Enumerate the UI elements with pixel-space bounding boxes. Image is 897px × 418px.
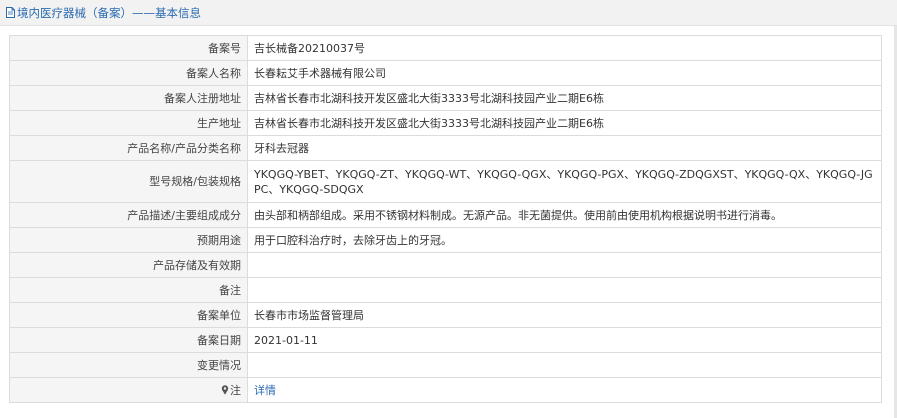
note-value-cell: 详情 bbox=[247, 377, 882, 403]
row-value: YKQGQ-YBET、YKQGQ-ZT、YKQGQ-WT、YKQGQ-QGX、Y… bbox=[247, 160, 882, 203]
table-row: 产品名称/产品分类名称 牙科去冠器 bbox=[9, 135, 882, 161]
row-label: 产品描述/主要组成成分 bbox=[9, 202, 248, 228]
row-label: 备注 bbox=[9, 277, 248, 303]
document-icon bbox=[6, 7, 15, 18]
table-row: 备案单位 长春市市场监督管理局 bbox=[9, 302, 882, 328]
details-link[interactable]: 详情 bbox=[254, 384, 276, 397]
row-value: 牙科去冠器 bbox=[247, 135, 882, 161]
table-row: 预期用途 用于口腔科治疗时，去除牙齿上的牙冠。 bbox=[9, 227, 882, 253]
table-row: 备案号 吉长械备20210037号 bbox=[9, 35, 882, 61]
table-row: 型号规格/包装规格 YKQGQ-YBET、YKQGQ-ZT、YKQGQ-WT、Y… bbox=[9, 160, 882, 203]
pin-icon bbox=[221, 384, 229, 395]
table-row: 备案人名称 长春耘艾手术器械有限公司 bbox=[9, 60, 882, 86]
row-label: 备案日期 bbox=[9, 327, 248, 353]
row-value: 长春市市场监督管理局 bbox=[247, 302, 882, 328]
table-row: 生产地址 吉林省长春市北湖科技开发区盛北大街3333号北湖科技园产业二期E6栋 bbox=[9, 110, 882, 136]
row-label: 产品存储及有效期 bbox=[9, 252, 248, 278]
row-value: 吉长械备20210037号 bbox=[247, 35, 882, 61]
row-label: 备案人注册地址 bbox=[9, 85, 248, 111]
row-label: 生产地址 bbox=[9, 110, 248, 136]
row-label: 型号规格/包装规格 bbox=[9, 160, 248, 203]
row-label: 产品名称/产品分类名称 bbox=[9, 135, 248, 161]
row-value bbox=[247, 352, 882, 378]
table-row: 产品描述/主要组成成分 由头部和柄部组成。采用不锈钢材料制成。无源产品。非无菌提… bbox=[9, 202, 882, 228]
info-table: 备案号 吉长械备20210037号 备案人名称 长春耘艾手术器械有限公司 备案人… bbox=[9, 35, 882, 403]
row-value: 长春耘艾手术器械有限公司 bbox=[247, 60, 882, 86]
row-label: 变更情况 bbox=[9, 352, 248, 378]
table-row: 产品存储及有效期 bbox=[9, 252, 882, 278]
table-row: 备注 bbox=[9, 277, 882, 303]
note-label: 注 bbox=[230, 383, 241, 397]
table-row: 备案日期 2021-01-11 bbox=[9, 327, 882, 353]
note-row: 注 详情 bbox=[9, 377, 882, 403]
page-header: 境内医疗器械（备案）——基本信息 bbox=[0, 0, 897, 26]
row-value bbox=[247, 277, 882, 303]
row-value: 吉林省长春市北湖科技开发区盛北大街3333号北湖科技园产业二期E6栋 bbox=[247, 85, 882, 111]
row-value: 吉林省长春市北湖科技开发区盛北大街3333号北湖科技园产业二期E6栋 bbox=[247, 110, 882, 136]
table-row: 备案人注册地址 吉林省长春市北湖科技开发区盛北大街3333号北湖科技园产业二期E… bbox=[9, 85, 882, 111]
row-label: 备案人名称 bbox=[9, 60, 248, 86]
row-value: 2021-01-11 bbox=[247, 327, 882, 353]
table-row: 变更情况 bbox=[9, 352, 882, 378]
note-label-cell: 注 bbox=[9, 377, 248, 403]
row-label: 备案号 bbox=[9, 35, 248, 61]
row-value: 用于口腔科治疗时，去除牙齿上的牙冠。 bbox=[247, 227, 882, 253]
row-label: 预期用途 bbox=[9, 227, 248, 253]
row-value: 由头部和柄部组成。采用不锈钢材料制成。无源产品。非无菌提供。使用前由使用机构根据… bbox=[247, 202, 882, 228]
page-title: 境内医疗器械（备案）——基本信息 bbox=[17, 5, 201, 20]
row-label: 备案单位 bbox=[9, 302, 248, 328]
row-value bbox=[247, 252, 882, 278]
